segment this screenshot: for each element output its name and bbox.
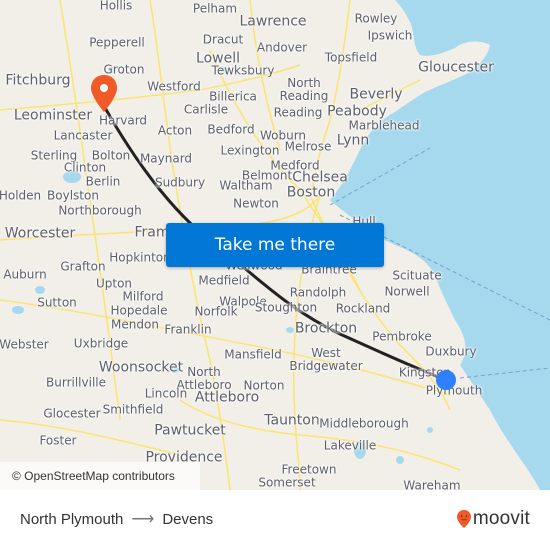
town-label: Norwell [384,284,430,299]
town-label: Fram [134,224,170,241]
town-label: Peabody [327,103,387,120]
moovit-logo[interactable]: moovit [456,508,530,530]
town-label: Brockton [294,320,358,337]
town-label: Uxbridge [73,336,129,351]
moovit-wordmark: moovit [472,508,530,529]
town-label: Webster [0,337,49,352]
town-label: Boston [286,184,336,201]
town-label: Randolph [289,285,347,300]
town-label: Bedford [207,122,255,137]
town-label: North Reading [279,76,329,103]
town-label: Waltham [219,178,273,193]
footer: North Plymouth ⟶ Devens moovit [0,490,550,550]
town-label: Gloucester [418,59,494,76]
town-label: Leominster [13,107,93,124]
town-label: Hollis [99,0,133,13]
town-label: Somerset [258,475,316,490]
town-label: Lancaster [53,128,113,143]
moovit-pin-icon [456,510,471,528]
town-label: Hopedale [110,303,168,318]
town-label: Pawtucket [154,422,226,439]
town-label: Lincoln [144,386,188,401]
town-label: Newton [233,196,279,211]
town-label: Harvard [98,113,148,128]
destination-pin-icon[interactable] [89,74,119,114]
town-label: Acton [157,123,193,138]
town-label: Wareham [403,478,461,490]
town-label: Rowley [354,11,398,26]
town-label: Berlin [85,174,121,189]
town-label: Clinton [63,160,107,175]
town-label: Carlisle [183,102,229,117]
town-label: Scituate [392,268,442,283]
town-label: Marblehead [348,118,420,133]
town-label: Melrose [284,139,332,154]
town-label: Duxbury [425,344,477,359]
town-label: Pelham [192,1,238,16]
map[interactable]: Hollis Pelham Lawrence Rowley Pepperell Dracu… [0,0,550,490]
town-label: Smithfield [102,402,164,417]
town-label: Sutton [37,295,77,310]
town-label: Reading [273,105,323,120]
town-label: Lakeville [323,438,377,453]
town-label: Northborough [58,203,142,218]
town-label: Lynn [336,132,370,149]
origin-marker-icon[interactable] [436,370,456,390]
town-label: Pembroke [372,329,432,344]
town-label: Grafton [60,259,106,274]
town-label: Burrillville [46,375,106,390]
town-label: Westford [147,79,201,94]
town-label: Stoughton [254,300,318,315]
town-label: Holden [0,188,42,203]
town-label: Woonsocket [98,359,184,376]
town-label: Franklin [164,322,212,337]
town-label: Chelsea [292,169,348,186]
town-label: Sudbury [154,175,206,190]
origin-label: North Plymouth [20,511,124,528]
town-label: Topsfield [324,50,378,65]
town-label: Tewksbury [211,63,275,78]
town-label: Lawrence [239,13,307,30]
town-label: Norfolk [194,304,238,319]
town-label: Foster [39,433,77,448]
route-summary: North Plymouth ⟶ Devens [20,510,213,530]
town-label: Attleboro [194,389,260,406]
town-label: Auburn [3,267,47,282]
town-label: Andover [256,40,308,55]
take-me-there-button[interactable]: Take me there [166,223,384,267]
town-label: Rockland [335,301,391,316]
town-label: Mendon [111,317,159,332]
map-attribution[interactable]: © OpenStreetMap contributors [0,462,200,490]
arrow-right-icon: ⟶ [131,511,155,528]
destination-label: Devens [162,511,214,528]
town-label: Beverly [349,86,403,103]
town-label: Milford [122,289,164,304]
town-label: Middleborough [319,416,409,431]
town-label: Taunton [264,412,320,429]
town-label: Hopkinton [109,250,171,265]
town-label: Boylston [47,188,99,203]
town-label: Medfield [198,273,250,288]
town-label: Dracut [202,32,244,47]
town-label: Glocester [43,406,101,421]
town-label: Fitchburg [5,72,71,89]
town-label: Ipswich [367,28,413,43]
town-label: Pepperell [89,35,145,50]
town-label: Mansfield [224,347,282,362]
town-label: Lexington [220,143,280,158]
town-label: Worcester [4,225,76,242]
town-label: Plymouth [425,383,483,398]
town-label: Maynard [139,151,193,166]
town-label: West Bridgewater [289,346,363,373]
